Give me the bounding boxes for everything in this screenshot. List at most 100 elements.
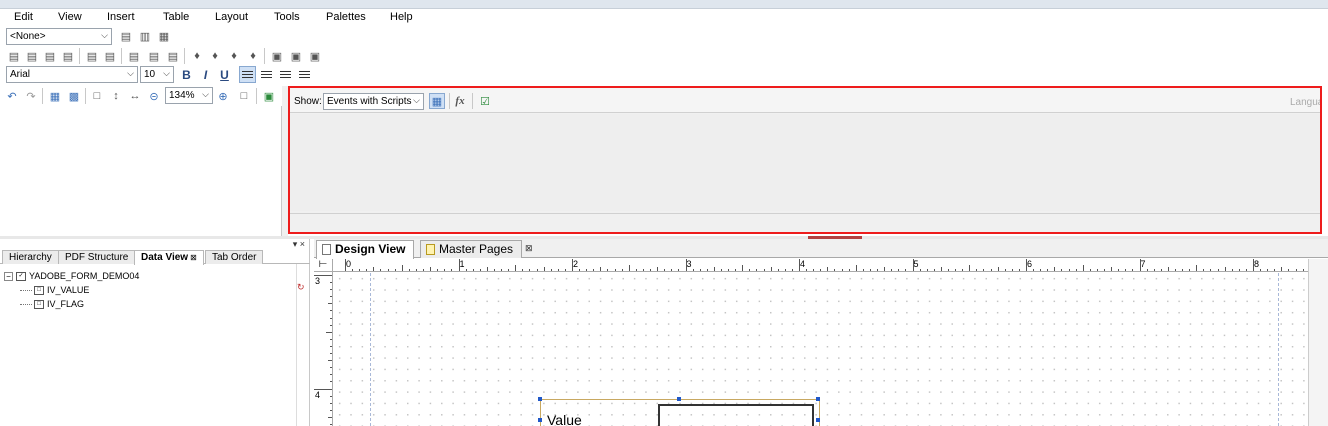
grid-icon[interactable]: ▦ — [47, 88, 63, 104]
ruler-tick — [1068, 269, 1070, 271]
page-icon[interactable]: □ — [89, 88, 105, 104]
ruler-tick — [1210, 269, 1212, 271]
close-icon[interactable]: ⊠ — [525, 243, 533, 254]
justify-text-button[interactable] — [296, 66, 313, 83]
menu-insert[interactable]: Insert — [107, 11, 135, 23]
data-view-palette: ▾ × Hierarchy PDF Structure Data View ⊠ T… — [0, 239, 310, 426]
selection-handle[interactable] — [816, 397, 820, 401]
distribute-down-icon[interactable]: ▤ — [146, 48, 162, 64]
script-text-area[interactable] — [290, 114, 1320, 211]
ruler-tick — [1302, 269, 1304, 271]
font-select[interactable]: Arial ⌵ — [6, 66, 138, 83]
font-size-select[interactable]: 10 ⌵ — [140, 66, 174, 83]
tab-tab-order[interactable]: Tab Order — [205, 250, 264, 264]
menu-view[interactable]: View — [58, 11, 82, 23]
preview-icon[interactable]: ▣ — [261, 88, 277, 104]
close-icon[interactable]: ⊠ — [190, 253, 197, 262]
fit-height-icon[interactable]: ↕ — [108, 88, 124, 104]
distribute-center-icon[interactable]: ▤ — [165, 48, 181, 64]
tree-item-iv-value[interactable]: □ IV_VALUE — [4, 283, 296, 297]
italic-button[interactable]: I — [197, 66, 214, 83]
align-left-text-button[interactable] — [239, 66, 256, 83]
selection-handle[interactable] — [816, 418, 820, 422]
tree-connector — [20, 303, 32, 305]
text-field[interactable]: Value — [538, 397, 820, 426]
design-canvas[interactable] — [334, 273, 1308, 426]
ungroup-icon[interactable]: ♦ — [207, 48, 223, 64]
tab-hierarchy-label: Hierarchy — [9, 252, 52, 263]
ruler-tick — [1018, 269, 1020, 271]
align-center-text-button[interactable] — [258, 66, 275, 83]
align-top-icon[interactable]: ▤ — [42, 48, 58, 64]
ruler-tick — [345, 259, 346, 271]
menu-help[interactable]: Help — [390, 11, 413, 23]
make-same-size-icon[interactable]: ▣ — [307, 48, 323, 64]
menu-tools[interactable]: Tools — [274, 11, 300, 23]
menu-edit[interactable]: Edit — [14, 11, 33, 23]
separator — [85, 88, 86, 104]
check-syntax-icon[interactable]: ☑ — [477, 93, 493, 109]
snap-grid-icon[interactable]: ▩ — [66, 88, 82, 104]
make-same-height-icon[interactable]: ▣ — [288, 48, 304, 64]
ruler-tick — [401, 265, 403, 271]
ruler-tick — [756, 269, 758, 271]
ruler-tick — [784, 269, 786, 271]
tab-data-view[interactable]: Data View ⊠ — [134, 250, 204, 265]
new-style-icon[interactable]: ▤ — [118, 28, 134, 44]
align-right-icon[interactable]: ▤ — [24, 48, 40, 64]
zoom-select[interactable]: 134% ⌵ — [165, 87, 213, 104]
align-left-icon[interactable]: ▤ — [6, 48, 22, 64]
zoom-out-icon[interactable]: ⊝ — [146, 88, 162, 104]
menu-palettes[interactable]: Palettes — [326, 11, 366, 23]
selection-handle[interactable] — [538, 397, 542, 401]
make-same-width-icon[interactable]: ▣ — [269, 48, 285, 64]
style-select[interactable]: <None> ⌵ — [6, 28, 112, 45]
palette-menu-icon[interactable]: ▾ × — [293, 239, 305, 250]
align-right-text-button[interactable] — [277, 66, 294, 83]
ruler-tick — [728, 269, 730, 271]
split-icon[interactable]: ♦ — [245, 48, 261, 64]
edit-style-icon[interactable]: ▦ — [156, 28, 172, 44]
tree-root[interactable]: − ✓ YADOBE_FORM_DEMO04 — [4, 269, 296, 283]
group-icon[interactable]: ♦ — [189, 48, 205, 64]
add-style-icon[interactable]: ▥ — [137, 28, 153, 44]
undo-icon[interactable]: ↶ — [4, 88, 20, 104]
show-select[interactable]: Events with Scripts ⌵ — [323, 93, 424, 110]
tab-hierarchy[interactable]: Hierarchy — [2, 250, 59, 264]
distribute-across-icon[interactable]: ▤ — [126, 48, 142, 64]
ruler-tick — [600, 267, 602, 271]
menu-table[interactable]: Table — [163, 11, 189, 23]
zoom-area-icon[interactable]: □ — [236, 88, 252, 104]
merge-icon[interactable]: ♦ — [226, 48, 242, 64]
field-input-box[interactable] — [658, 404, 814, 426]
ruler-tick — [976, 269, 978, 271]
functions-button[interactable]: fx — [452, 93, 468, 109]
ruler-tick — [799, 259, 800, 271]
vertical-scrollbar[interactable] — [1308, 259, 1328, 426]
selection-handle[interactable] — [677, 397, 681, 401]
bold-button[interactable]: B — [178, 66, 195, 83]
refresh-icon[interactable]: ↻ — [297, 282, 307, 292]
tab-design-view[interactable]: Design View — [316, 240, 415, 259]
center-horizontal-icon[interactable]: ▤ — [84, 48, 100, 64]
page-icon — [322, 244, 331, 255]
multiline-icon[interactable]: ▦ — [429, 93, 445, 109]
selection-handle[interactable] — [538, 418, 542, 422]
menu-layout[interactable]: Layout — [215, 11, 248, 23]
redo-icon[interactable]: ↷ — [23, 88, 39, 104]
underline-button[interactable]: U — [216, 66, 233, 83]
ruler-tick — [1196, 265, 1198, 271]
fit-width-icon[interactable]: ↔ — [127, 88, 143, 104]
tab-pdf-structure[interactable]: PDF Structure — [58, 250, 136, 264]
align-bottom-icon[interactable]: ▤ — [60, 48, 76, 64]
left-top-pane — [0, 106, 282, 236]
horizontal-ruler: 0 1 2 3 4 5 6 7 8 — [333, 259, 1311, 272]
ruler-tick — [465, 269, 467, 271]
tab-master-pages[interactable]: Master Pages — [420, 240, 523, 258]
ruler-tick — [770, 267, 772, 271]
collapse-icon[interactable]: − — [4, 271, 13, 281]
center-vertical-icon[interactable]: ▤ — [102, 48, 118, 64]
zoom-in-icon[interactable]: ⊕ — [215, 88, 231, 104]
tree-item-iv-flag[interactable]: □ IV_FLAG — [4, 297, 296, 311]
ruler-tick — [373, 267, 375, 271]
